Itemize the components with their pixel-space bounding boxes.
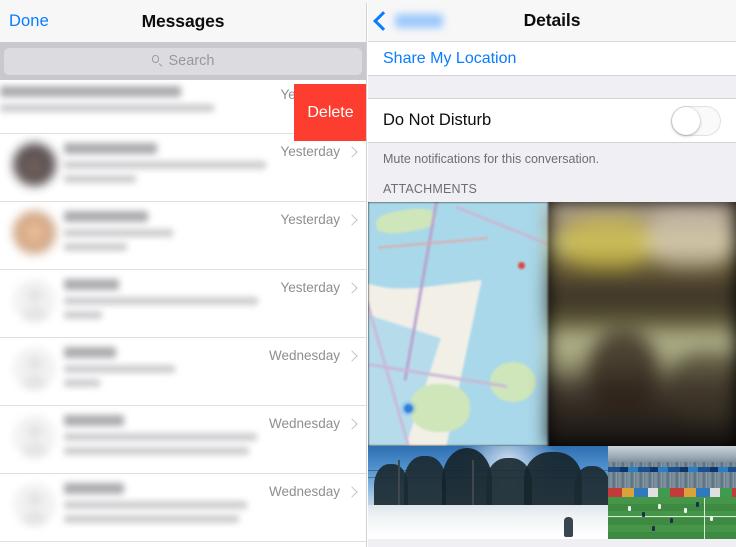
- search-placeholder: Search: [168, 53, 215, 69]
- message-preview-redacted: [64, 311, 102, 319]
- map-pin-icon: [518, 262, 525, 269]
- photo-attachment-1[interactable]: [548, 202, 736, 446]
- contact-name-redacted: [64, 347, 116, 358]
- contact-name-redacted: [64, 211, 149, 222]
- row-meta: Wednesday: [263, 413, 366, 431]
- message-preview-redacted: [64, 501, 248, 509]
- avatar: [13, 211, 56, 254]
- messages-title: Messages: [141, 10, 225, 31]
- message-preview-redacted: [64, 175, 136, 183]
- conversation-list[interactable]: Yesterday Yesterday Yesterday Wednesday …: [0, 80, 366, 542]
- do-not-disturb-label: Do Not Disturb: [383, 111, 492, 129]
- photo-attachment-3[interactable]: [608, 446, 736, 539]
- do-not-disturb-toggle[interactable]: [671, 105, 721, 136]
- conversation-date: Wednesday: [268, 484, 340, 499]
- conversation-date: Yesterday: [280, 280, 340, 295]
- details-nav-bar: Details: [368, 0, 736, 42]
- message-preview-redacted: [64, 297, 258, 305]
- conversation-preview: [64, 209, 274, 257]
- message-preview-redacted: [64, 229, 174, 237]
- share-my-location-row[interactable]: Share My Location: [368, 42, 736, 75]
- conversation-date: Yesterday: [280, 144, 340, 159]
- do-not-disturb-footnote: Mute notifications for this conversation…: [383, 152, 600, 166]
- map-location-dot-icon: [404, 404, 413, 413]
- conversation-preview: [64, 277, 274, 325]
- contact-name-redacted: [64, 279, 119, 290]
- conversation-preview: [64, 481, 263, 529]
- table-row[interactable]: Yesterday: [0, 270, 366, 338]
- avatar: [13, 415, 56, 458]
- message-preview-redacted: [64, 447, 250, 455]
- do-not-disturb-row[interactable]: Do Not Disturb: [368, 99, 736, 143]
- conversation-date: Wednesday: [268, 348, 340, 363]
- attachments-row-1: [368, 202, 736, 446]
- table-row[interactable]: Yesterday: [0, 202, 366, 270]
- message-preview-redacted: [0, 104, 215, 112]
- message-preview-redacted: [64, 161, 267, 169]
- message-preview-redacted: [64, 433, 257, 441]
- conversation-date: Wednesday: [268, 416, 340, 431]
- row-meta: Yesterday: [274, 141, 366, 159]
- chevron-right-icon: [346, 145, 358, 158]
- conversation-preview: [64, 413, 263, 461]
- table-row[interactable]: Wednesday: [0, 474, 366, 542]
- swipe-delete-button[interactable]: Delete: [294, 84, 366, 141]
- attachments-section-header: ATTACHMENTS: [383, 182, 478, 196]
- search-input[interactable]: Search: [4, 47, 362, 75]
- chevron-left-icon: [373, 10, 393, 31]
- search-bar-container: Search: [0, 42, 366, 80]
- message-preview-redacted: [64, 515, 240, 523]
- status-bar-sliver: [0, 0, 736, 3]
- messages-nav-bar: Done Messages: [0, 0, 366, 42]
- row-meta: Wednesday: [263, 345, 366, 363]
- attachments-row-2: [368, 446, 736, 539]
- chevron-right-icon: [346, 417, 358, 430]
- avatar: [13, 483, 56, 526]
- message-preview-redacted: [64, 365, 176, 373]
- conversation-preview: [64, 345, 263, 393]
- details-panel: Details Share My Location Do Not Disturb…: [368, 0, 736, 547]
- table-row[interactable]: Yesterday: [0, 134, 366, 202]
- back-button-label-redacted: [395, 13, 443, 28]
- row-meta: Wednesday: [263, 481, 366, 499]
- section-spacer: [368, 75, 736, 99]
- contact-name-redacted: [64, 415, 124, 426]
- contact-name-redacted: [64, 143, 157, 154]
- chevron-right-icon: [346, 281, 358, 294]
- toggle-knob: [672, 106, 700, 135]
- chevron-right-icon: [346, 349, 358, 362]
- chevron-right-icon: [346, 485, 358, 498]
- done-button[interactable]: Done: [9, 12, 49, 31]
- contact-name-redacted: [0, 86, 182, 97]
- avatar: [13, 143, 56, 186]
- back-button[interactable]: [373, 10, 443, 31]
- photo-attachment-2[interactable]: [368, 446, 608, 539]
- chevron-right-icon: [346, 213, 358, 226]
- search-icon: [151, 55, 164, 67]
- conversation-date: Yesterday: [280, 212, 340, 227]
- row-meta: Yesterday: [274, 209, 366, 227]
- avatar: [13, 347, 56, 390]
- conversation-preview: [0, 84, 274, 118]
- map-attachment[interactable]: [368, 202, 548, 446]
- share-my-location-label: Share My Location: [383, 49, 517, 67]
- messages-list-panel: Done Messages Search Yesterday Yesterday…: [0, 0, 367, 547]
- message-preview-redacted: [64, 379, 100, 387]
- table-row[interactable]: Wednesday: [0, 338, 366, 406]
- attachments-grid: [368, 202, 736, 539]
- contact-name-redacted: [64, 483, 124, 494]
- app-screen: Done Messages Search Yesterday Yesterday…: [0, 0, 736, 547]
- conversation-preview: [64, 141, 274, 189]
- message-preview-redacted: [64, 243, 128, 251]
- table-row[interactable]: Wednesday: [0, 406, 366, 474]
- avatar: [13, 279, 56, 322]
- row-meta: Yesterday: [274, 277, 366, 295]
